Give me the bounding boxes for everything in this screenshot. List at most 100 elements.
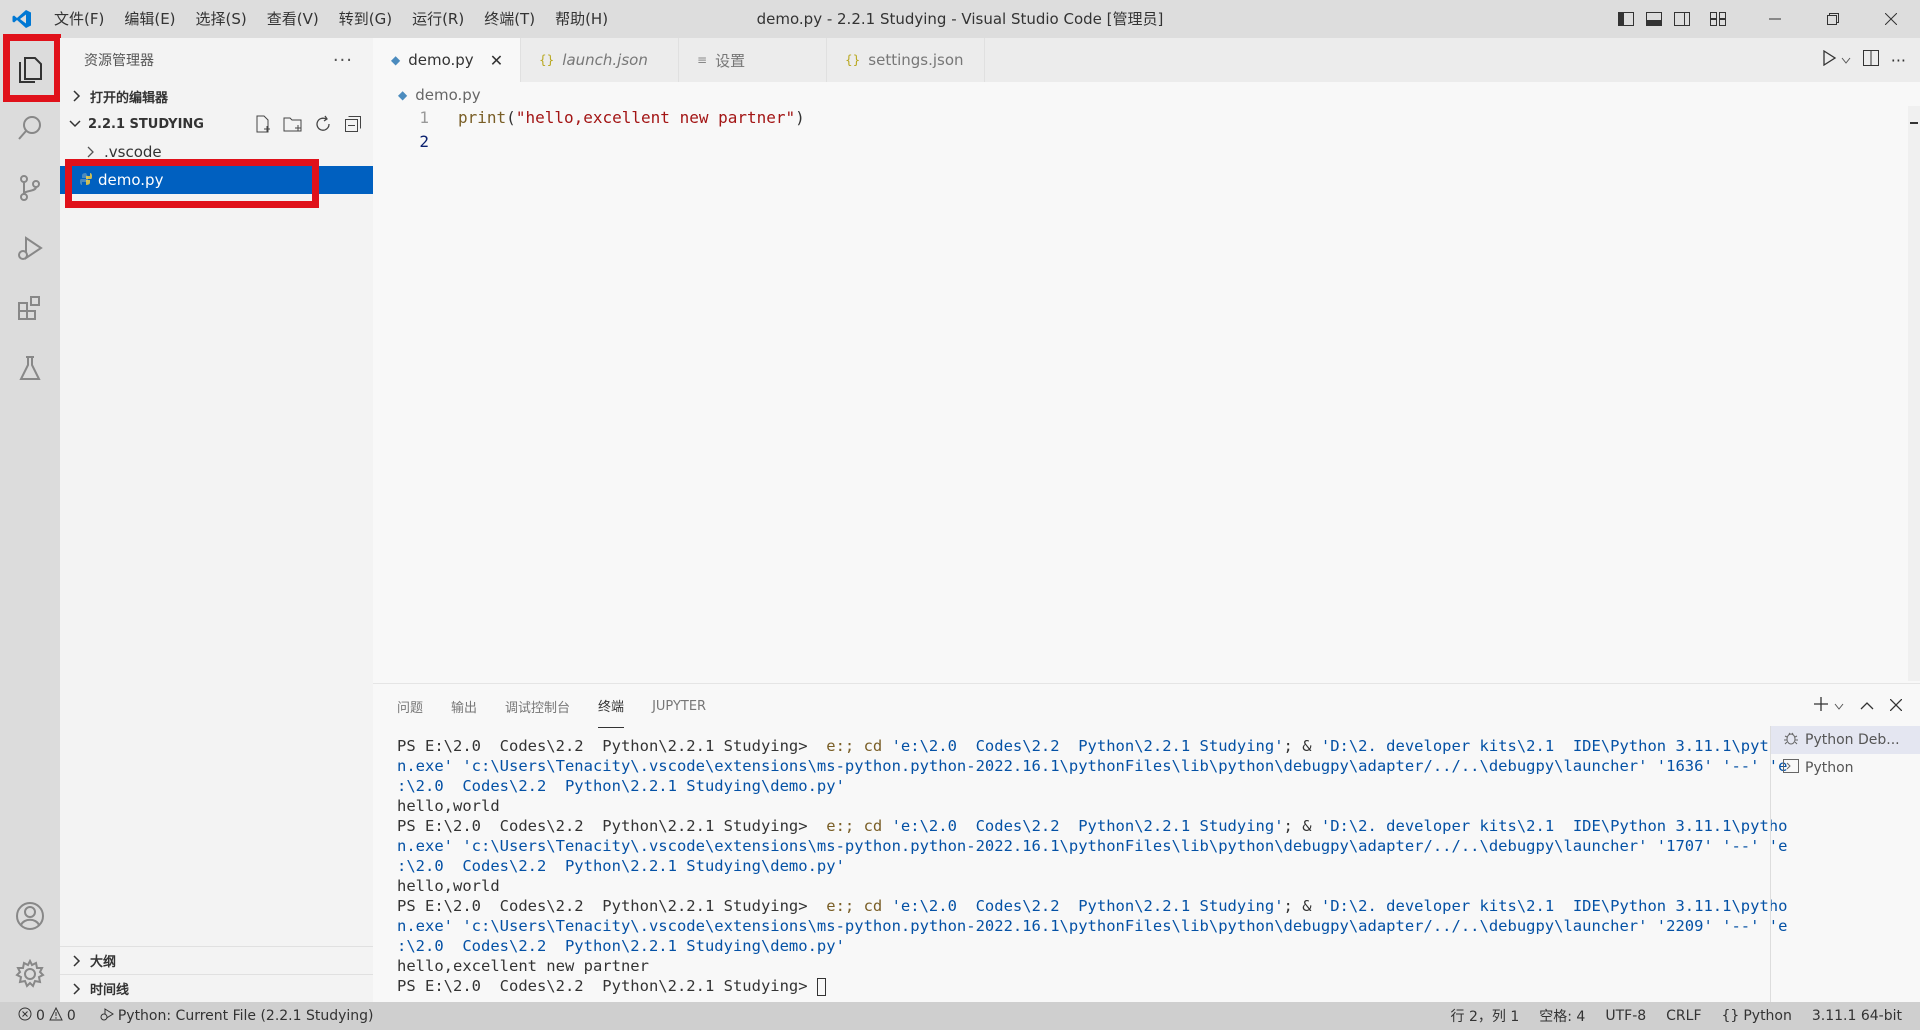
indentation[interactable]: 空格: 4 (1529, 1002, 1595, 1030)
terminal-text: :\2.0 Codes\2.2 Python\2.2.1 Studying\de… (397, 857, 845, 875)
terminal-string: 'D:\2. developer kits\2.1 IDE\Python 3.1… (1320, 737, 1788, 755)
chevron-right-icon (68, 982, 86, 995)
new-file-icon[interactable] (251, 112, 275, 136)
bottom-panel: 问题 输出 调试控制台 终端 JUPYTER PS E:\2.0 Codes\2… (373, 683, 1920, 1003)
tab-demo-py[interactable]: ◆ demo.py ✕ (373, 38, 521, 82)
restore-icon[interactable] (1804, 0, 1862, 38)
terminal-line: n.exe' 'c:\Users\Tenacity\.vscode\extens… (397, 916, 1920, 936)
run-python-file-icon[interactable] (1821, 49, 1837, 70)
close-tab-icon[interactable]: ✕ (490, 51, 506, 70)
new-terminal-plus-icon[interactable] (1814, 697, 1828, 715)
terminal-operator: ; & (1283, 737, 1321, 755)
chevron-right-icon (68, 954, 86, 967)
chevron-right-icon (68, 90, 86, 102)
folder-section[interactable]: 2.2.1 STUDYING (60, 110, 373, 138)
encoding[interactable]: UTF-8 (1595, 1002, 1656, 1030)
terminal-prompt: PS E:\2.0 Codes\2.2 Python\2.2.1 Studyin… (397, 817, 817, 835)
tab-settings[interactable]: ≡ 设置 (679, 38, 827, 82)
code-token-function: print (458, 108, 507, 127)
python-interpreter[interactable]: 3.11.1 64-bit (1802, 1002, 1920, 1030)
run-dropdown-chevron-icon[interactable] (1841, 51, 1851, 69)
source-control-icon[interactable] (0, 158, 60, 218)
warning-count: 0 (66, 1008, 76, 1024)
line-number: 2 (419, 132, 429, 151)
panel-tab-terminal[interactable]: 终端 (598, 684, 625, 728)
language-mode[interactable]: {} Python (1712, 1002, 1802, 1030)
outline-section[interactable]: 大纲 (60, 946, 373, 974)
menu-bar: 文件(F) 编辑(E) 选择(S) 查看(V) 转到(G) 运行(R) 终端(T… (44, 0, 618, 38)
terminal-item-python-debug[interactable]: Python Deb... (1771, 726, 1920, 754)
toggle-panel-icon[interactable] (1640, 0, 1668, 38)
tab-label: demo.py (408, 51, 474, 69)
close-panel-icon[interactable] (1889, 697, 1903, 715)
code-token-paren: ) (795, 108, 805, 127)
close-window-icon[interactable] (1862, 0, 1920, 38)
activity-bar (0, 34, 61, 1004)
panel-tab-problems[interactable]: 问题 (397, 684, 423, 728)
panel-tab-output[interactable]: 输出 (451, 684, 477, 728)
panel-tabs: 问题 输出 调试控制台 终端 JUPYTER (397, 684, 706, 728)
terminal-output[interactable]: PS E:\2.0 Codes\2.2 Python\2.2.1 Studyin… (397, 736, 1920, 996)
search-icon[interactable] (0, 98, 60, 158)
menu-go[interactable]: 转到(G) (329, 0, 402, 38)
menu-terminal[interactable]: 终端(T) (474, 0, 545, 38)
timeline-section[interactable]: 时间线 (60, 974, 373, 1002)
title-bar: 文件(F) 编辑(E) 选择(S) 查看(V) 转到(G) 运行(R) 终端(T… (0, 0, 1920, 38)
breadcrumb: ◆ demo.py (398, 84, 481, 106)
menu-selection[interactable]: 选择(S) (186, 0, 257, 38)
terminal-line: :\2.0 Codes\2.2 Python\2.2.1 Studying\de… (397, 856, 1920, 876)
terminal-command: e:; cd (816, 897, 892, 915)
maximize-panel-icon[interactable] (1860, 697, 1874, 715)
menu-view[interactable]: 查看(V) (257, 0, 329, 38)
json-file-icon: {} (845, 53, 861, 67)
menu-run[interactable]: 运行(R) (402, 0, 474, 38)
menu-edit[interactable]: 编辑(E) (114, 0, 185, 38)
explorer-sidebar: 资源管理器 ··· 打开的编辑器 2.2.1 STUDYING .vscode … (60, 38, 373, 1002)
terminal-line: :\2.0 Codes\2.2 Python\2.2.1 Studying\de… (397, 936, 1920, 956)
problems-status[interactable]: 0 0 (0, 1002, 86, 1030)
terminal-item-python[interactable]: Python (1771, 754, 1920, 782)
terminal-list: Python Deb... Python (1770, 726, 1920, 1003)
editor-more-actions-icon[interactable]: ··· (1891, 51, 1906, 70)
code-editor[interactable]: 1 print("hello,excellent new partner") 2 (373, 106, 1908, 681)
run-debug-icon[interactable] (0, 218, 60, 278)
panel-tab-jupyter[interactable]: JUPYTER (652, 684, 706, 728)
terminal-operator: ; & (1283, 817, 1321, 835)
code-line-current: 2 (373, 130, 1773, 154)
more-actions-icon[interactable]: ··· (333, 50, 353, 71)
menu-file[interactable]: 文件(F) (44, 0, 114, 38)
line-ending[interactable]: CRLF (1656, 1002, 1711, 1030)
extensions-icon[interactable] (0, 278, 60, 338)
customize-layout-icon[interactable] (1704, 0, 1732, 38)
settings-gear-icon[interactable] (0, 944, 60, 1004)
split-editor-icon[interactable] (1862, 50, 1879, 70)
terminal-text: hello,excellent new partner (397, 957, 649, 975)
minimap[interactable] (1908, 106, 1920, 681)
terminal-dropdown-chevron-icon[interactable] (1834, 697, 1844, 715)
cursor-position[interactable]: 行 2，列 1 (1441, 1002, 1530, 1030)
tab-launch-json[interactable]: {} launch.json (521, 38, 679, 82)
tab-settings-json[interactable]: {} settings.json (827, 38, 985, 82)
json-file-icon: {} (539, 53, 555, 67)
testing-flask-icon[interactable] (0, 338, 60, 398)
new-folder-icon[interactable] (281, 112, 305, 136)
terminal-text: n.exe' 'c:\Users\Tenacity\.vscode\extens… (397, 757, 1788, 775)
toggle-secondary-sidebar-icon[interactable] (1668, 0, 1696, 38)
run-config-status[interactable]: Python: Current File (2.2.1 Studying) (86, 1002, 384, 1030)
menu-help[interactable]: 帮助(H) (545, 0, 618, 38)
settings-file-icon: ≡ (697, 53, 708, 67)
open-editors-section[interactable]: 打开的编辑器 (60, 82, 373, 110)
open-editors-label: 打开的编辑器 (90, 90, 169, 106)
terminal-string: 'D:\2. developer kits\2.1 IDE\Python 3.1… (1320, 897, 1788, 915)
toggle-sidebar-icon[interactable] (1612, 0, 1640, 38)
panel-tab-debug-console[interactable]: 调试控制台 (505, 684, 570, 728)
line-number: 1 (419, 108, 429, 127)
breadcrumb-file[interactable]: demo.py (415, 86, 480, 104)
run-config-label: Python: Current File (2.2.1 Studying) (117, 1008, 374, 1024)
python-file-icon: ◆ (391, 53, 401, 67)
minimize-icon[interactable] (1746, 0, 1804, 38)
refresh-icon[interactable] (311, 112, 335, 136)
vscode-logo-icon (0, 0, 44, 38)
accounts-icon[interactable] (0, 886, 60, 946)
collapse-all-icon[interactable] (341, 112, 365, 136)
